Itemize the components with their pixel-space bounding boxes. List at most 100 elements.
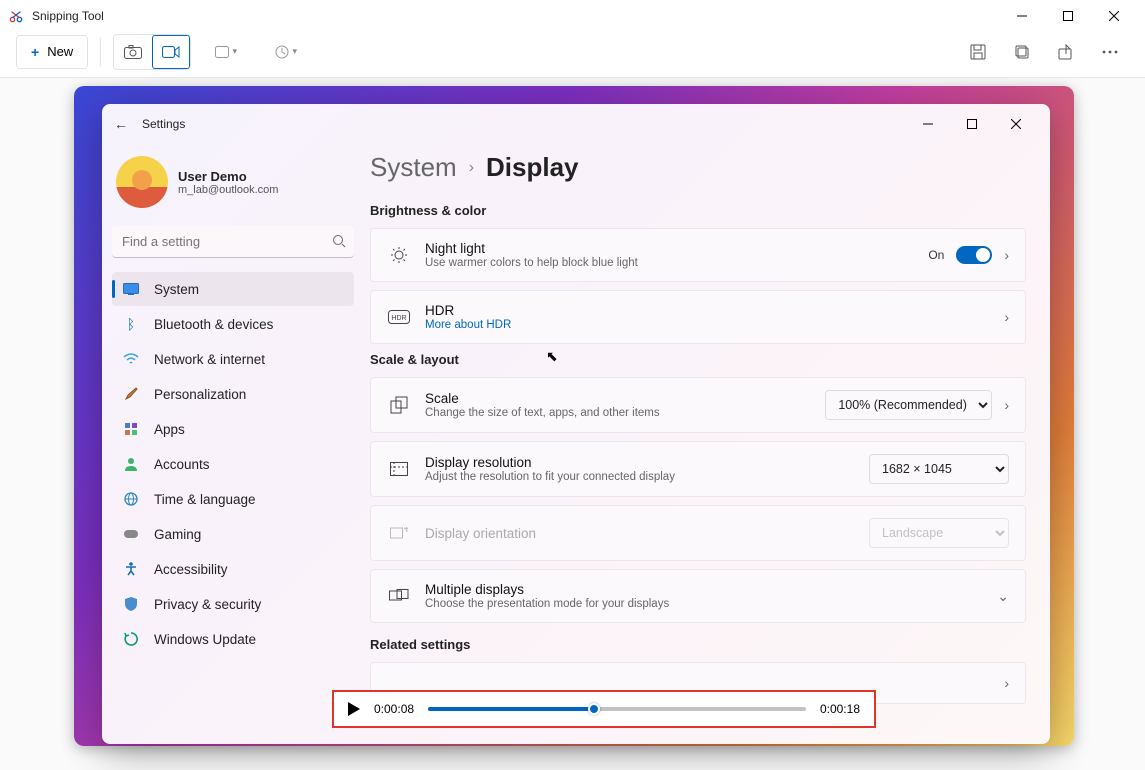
settings-minimize-button[interactable] [906, 109, 950, 139]
row-hdr[interactable]: HDR HDR More about HDR › [370, 290, 1026, 344]
row-multiple-displays[interactable]: Multiple displays Choose the presentatio… [370, 569, 1026, 623]
bluetooth-icon: ᛒ [122, 315, 140, 333]
hdr-link[interactable]: More about HDR [425, 319, 511, 331]
separator [100, 38, 101, 66]
nav-label: Accessibility [154, 562, 228, 577]
close-button[interactable] [1091, 0, 1137, 32]
progress-bar[interactable] [428, 707, 806, 711]
shield-icon [122, 595, 140, 613]
scale-icon [387, 396, 411, 414]
user-name: User Demo [178, 169, 278, 184]
nav-system[interactable]: System [112, 272, 354, 306]
breadcrumb-parent[interactable]: System [370, 152, 457, 183]
nav-accounts[interactable]: Accounts [112, 447, 354, 481]
row-scale[interactable]: Scale Change the size of text, apps, and… [370, 377, 1026, 433]
row-resolution[interactable]: Display resolution Adjust the resolution… [370, 441, 1026, 497]
nav-privacy[interactable]: Privacy & security [112, 587, 354, 621]
nav-personalization[interactable]: Personalization [112, 377, 354, 411]
time-current: 0:00:08 [374, 702, 414, 716]
nav-time[interactable]: Time & language [112, 482, 354, 516]
save-button[interactable] [959, 35, 997, 69]
nav-apps[interactable]: Apps [112, 412, 354, 446]
settings-main: System › Display Brightness & color Nigh… [364, 144, 1050, 744]
nav-label: Network & internet [154, 352, 265, 367]
scale-dropdown[interactable]: 100% (Recommended) [825, 390, 992, 420]
nav-accessibility[interactable]: Accessibility [112, 552, 354, 586]
progress-fill [428, 707, 594, 711]
row-night-light[interactable]: Night light Use warmer colors to help bl… [370, 228, 1026, 282]
chevron-right-icon: › [1004, 309, 1009, 325]
chevron-right-icon: › [469, 159, 474, 177]
avatar [116, 156, 168, 208]
maximize-button[interactable] [1045, 0, 1091, 32]
settings-maximize-button[interactable] [950, 109, 994, 139]
new-button[interactable]: +New [16, 35, 88, 69]
settings-sidebar: User Demo m_lab@outlook.com System ᛒ Blue… [102, 144, 364, 744]
snipping-titlebar: Snipping Tool [0, 0, 1145, 32]
desktop-wallpaper: ← Settings User Demo m_lab@outlook.com [74, 86, 1074, 746]
nav-label: Accounts [154, 457, 210, 472]
chevron-right-icon: › [1004, 247, 1009, 263]
search-input[interactable] [112, 226, 354, 258]
resolution-icon [387, 462, 411, 476]
nav-network[interactable]: Network & internet [112, 342, 354, 376]
multiple-displays-icon [387, 589, 411, 603]
gamepad-icon [122, 525, 140, 543]
row-title [387, 676, 391, 691]
section-scale-title: Scale & layout [370, 352, 1026, 367]
row-orientation: Display orientation Landscape [370, 505, 1026, 561]
row-title: HDR [425, 303, 511, 318]
row-title: Scale [425, 391, 660, 406]
nav-list: System ᛒ Bluetooth & devices Network & in… [112, 272, 354, 656]
nav-label: Privacy & security [154, 597, 261, 612]
nav-label: Bluetooth & devices [154, 317, 273, 332]
system-icon [122, 280, 140, 298]
section-related-title: Related settings [370, 637, 1026, 652]
breadcrumb: System › Display [370, 148, 1026, 197]
settings-close-button[interactable] [994, 109, 1038, 139]
delay-dropdown[interactable]: ▾ [261, 35, 311, 69]
row-subtitle: Change the size of text, apps, and other… [425, 407, 660, 419]
row-subtitle: Choose the presentation mode for your di… [425, 598, 669, 610]
chevron-right-icon: › [1004, 675, 1009, 691]
nav-label: Gaming [154, 527, 201, 542]
search-box [112, 226, 354, 258]
breadcrumb-current: Display [486, 152, 579, 183]
svg-text:HDR: HDR [391, 315, 406, 322]
new-button-label: New [47, 44, 73, 59]
back-button[interactable]: ← [114, 116, 128, 132]
nav-gaming[interactable]: Gaming [112, 517, 354, 551]
share-button[interactable] [1047, 35, 1085, 69]
time-total: 0:00:18 [820, 702, 860, 716]
nav-label: System [154, 282, 199, 297]
copy-button[interactable] [1003, 35, 1041, 69]
more-button[interactable] [1091, 35, 1129, 69]
video-mode-button[interactable] [152, 35, 190, 69]
chevron-down-icon: ▾ [292, 46, 297, 57]
section-brightness-title: Brightness & color [370, 203, 1026, 218]
orientation-icon [387, 526, 411, 540]
settings-window: ← Settings User Demo m_lab@outlook.com [102, 104, 1050, 744]
settings-title: Settings [142, 117, 185, 131]
toggle-label: On [928, 248, 944, 262]
wifi-icon [122, 350, 140, 368]
nav-bluetooth[interactable]: ᛒ Bluetooth & devices [112, 307, 354, 341]
play-button[interactable] [348, 702, 360, 716]
progress-knob[interactable] [588, 703, 600, 715]
settings-titlebar: ← Settings [102, 104, 1050, 144]
snipping-toolbar: +New ▾ ▾ [0, 32, 1145, 78]
snip-shape-dropdown[interactable]: ▾ [201, 35, 251, 69]
chevron-down-icon: ▾ [232, 46, 237, 57]
chevron-right-icon: › [1004, 397, 1009, 413]
row-title: Night light [425, 241, 638, 256]
snipping-tool-icon [8, 8, 24, 24]
orientation-dropdown: Landscape [869, 518, 1009, 548]
resolution-dropdown[interactable]: 1682 × 1045 [869, 454, 1009, 484]
row-subtitle: Use warmer colors to help block blue lig… [425, 257, 638, 269]
nav-update[interactable]: Windows Update [112, 622, 354, 656]
user-profile[interactable]: User Demo m_lab@outlook.com [112, 152, 354, 220]
minimize-button[interactable] [999, 0, 1045, 32]
night-light-toggle[interactable] [956, 246, 992, 264]
photo-mode-button[interactable] [114, 35, 152, 69]
nav-label: Apps [154, 422, 185, 437]
